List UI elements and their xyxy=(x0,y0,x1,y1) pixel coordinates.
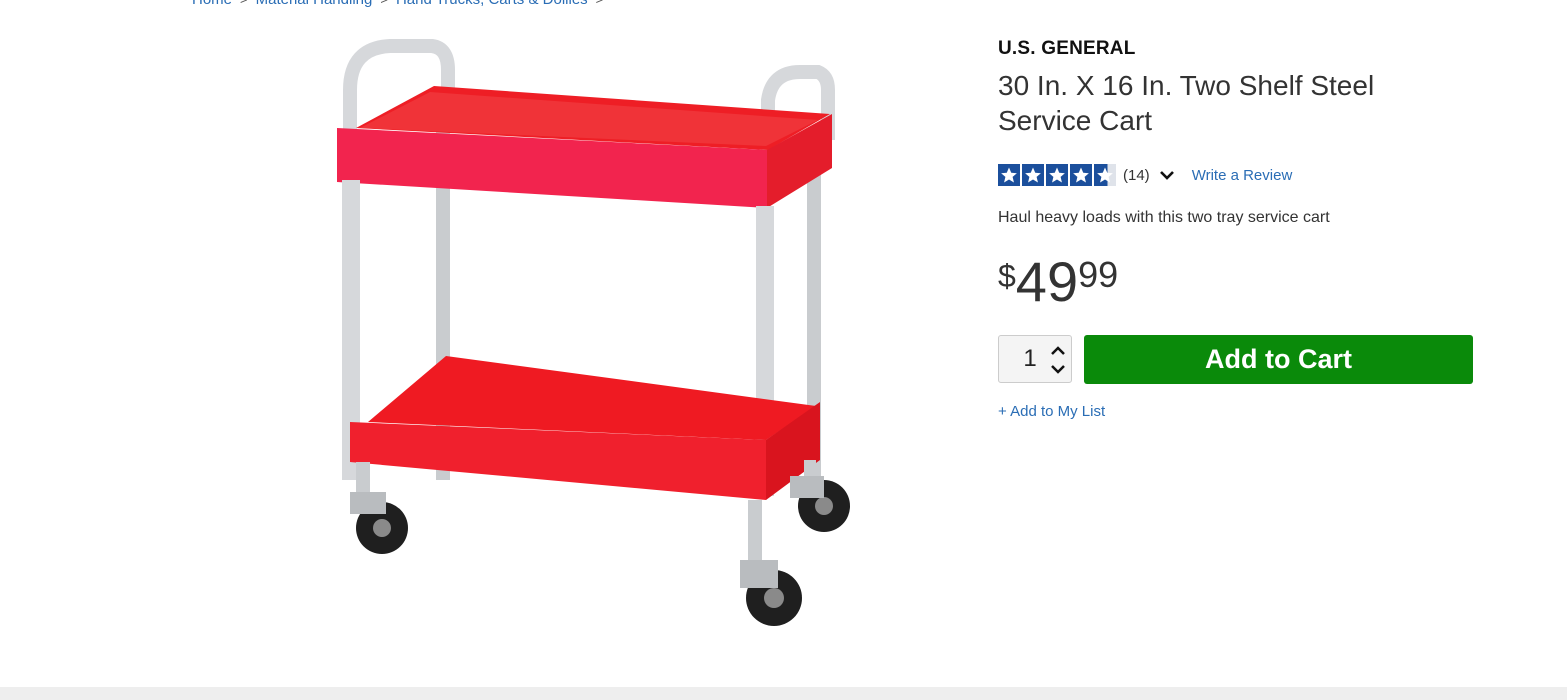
star-icon xyxy=(1070,164,1092,186)
breadcrumb: Home > Material Handling > Hand Trucks, Cart… xyxy=(192,0,611,8)
price-cents: 99 xyxy=(1078,254,1119,295)
product-image[interactable] xyxy=(320,30,880,640)
add-to-cart-button[interactable]: Add to Cart xyxy=(1084,335,1473,384)
review-count[interactable]: (14) xyxy=(1123,167,1150,184)
half-star-icon xyxy=(1094,164,1116,186)
footer-band xyxy=(0,687,1567,700)
price: $ 49 99 xyxy=(998,252,1118,312)
brand-name[interactable]: U.S. GENERAL xyxy=(998,38,1136,60)
star-icon xyxy=(1046,164,1068,186)
price-dollars: 49 xyxy=(1015,250,1079,313)
breadcrumb-hand-trucks[interactable]: Hand Trucks, Carts & Dollies xyxy=(396,0,588,8)
add-to-list-link[interactable]: + Add to My List xyxy=(998,403,1105,420)
quantity-stepper xyxy=(998,335,1072,383)
breadcrumb-home[interactable]: Home xyxy=(192,0,232,8)
price-currency: $ xyxy=(998,258,1016,294)
chevron-right-icon: > xyxy=(240,0,248,7)
chevron-right-icon: > xyxy=(380,0,388,7)
product-description: Haul heavy loads with this two tray serv… xyxy=(998,209,1330,226)
breadcrumb-material-handling[interactable]: Material Handling xyxy=(256,0,373,8)
rating-row: (14) Write a Review xyxy=(998,164,1292,186)
write-review-link[interactable]: Write a Review xyxy=(1192,167,1293,184)
chevron-down-icon[interactable] xyxy=(1158,166,1176,184)
stepper-arrows-icon[interactable] xyxy=(1051,344,1065,376)
star-icon xyxy=(1022,164,1044,186)
quantity-input[interactable] xyxy=(999,336,1049,382)
star-icon xyxy=(998,164,1020,186)
star-rating[interactable] xyxy=(998,164,1116,186)
chevron-right-icon: > xyxy=(596,0,604,7)
product-title: 30 In. X 16 In. Two Shelf Steel Service … xyxy=(998,70,1375,136)
